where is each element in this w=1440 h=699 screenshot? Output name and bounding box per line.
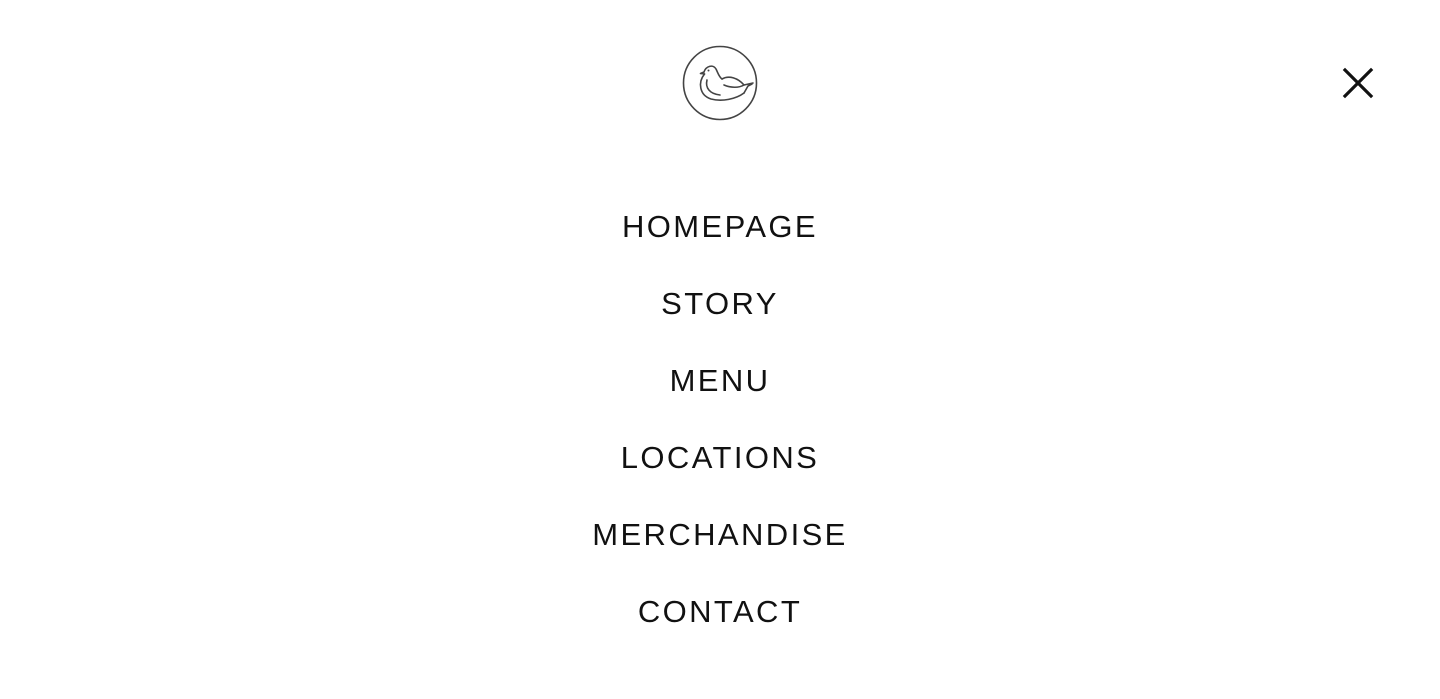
nav-link-story[interactable]: STORY xyxy=(661,282,779,326)
nav-item-contact: CONTACT xyxy=(0,590,1440,634)
nav-item-homepage: HOMEPAGE xyxy=(0,205,1440,249)
logo[interactable] xyxy=(681,44,759,122)
bird-in-circle-logo-icon xyxy=(682,45,758,121)
nav-item-locations: LOCATIONS xyxy=(0,436,1440,480)
nav-link-locations[interactable]: LOCATIONS xyxy=(621,436,819,480)
nav-link-contact[interactable]: CONTACT xyxy=(638,590,802,634)
nav-link-merchandise[interactable]: MERCHANDISE xyxy=(592,513,847,557)
nav-item-menu: MENU xyxy=(0,359,1440,403)
nav-link-menu[interactable]: MENU xyxy=(670,359,771,403)
nav-item-merchandise: MERCHANDISE xyxy=(0,513,1440,557)
nav-item-story: STORY xyxy=(0,282,1440,326)
close-icon xyxy=(1342,67,1374,99)
nav-link-homepage[interactable]: HOMEPAGE xyxy=(622,205,818,249)
close-button[interactable] xyxy=(1336,61,1380,105)
